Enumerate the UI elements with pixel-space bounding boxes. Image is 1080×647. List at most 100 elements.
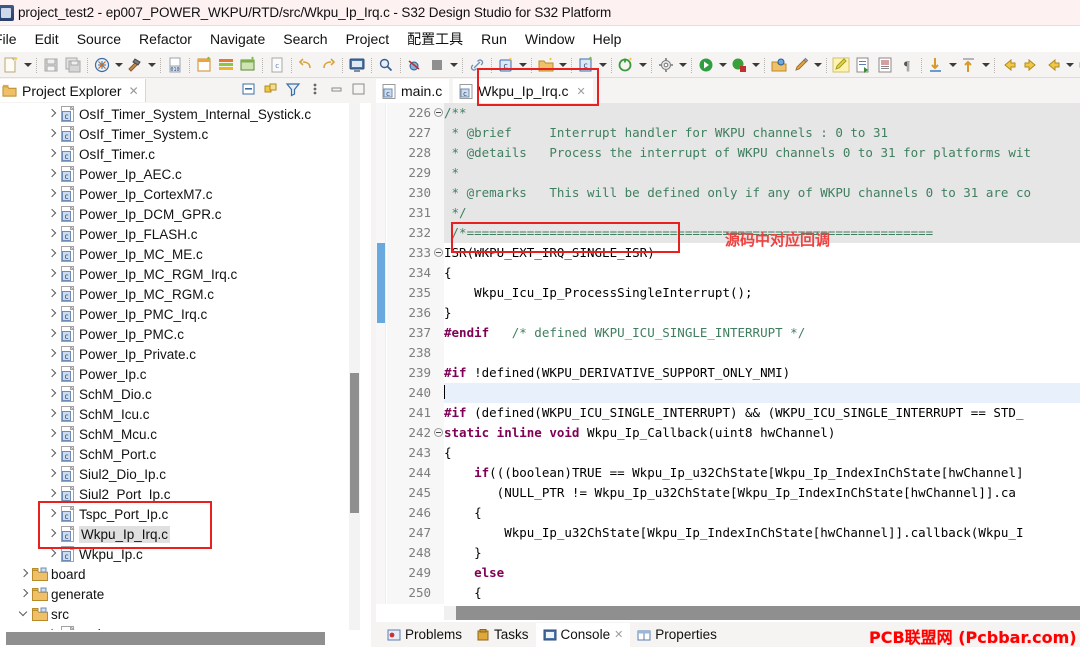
tree-item[interactable]: c SchM_Port.c	[0, 444, 360, 464]
code-line[interactable]: * @brief Interrupt handler for WKPU chan…	[444, 123, 1080, 143]
pencil-icon[interactable]	[791, 55, 811, 75]
bottom-tab-console[interactable]: Console ✕	[535, 622, 631, 647]
open-perspective-icon[interactable]	[769, 55, 789, 75]
new-file-dropdown-arrow[interactable]	[597, 55, 608, 75]
menu-window[interactable]: Window	[516, 29, 584, 49]
previous-annotation-icon[interactable]	[959, 55, 979, 75]
code-line[interactable]: static inline void Wkpu_Ip_Callback(uint…	[444, 423, 1080, 443]
code-text[interactable]: /** * @brief Interrupt handler for WKPU …	[444, 103, 1080, 622]
chevron-right-icon[interactable]	[44, 206, 60, 222]
tree-item[interactable]: c Siul2_Dio_Ip.c	[0, 464, 360, 484]
chevron-right-icon[interactable]	[44, 506, 60, 522]
annotation-ruler[interactable]	[376, 103, 386, 622]
tree-item[interactable]: c Power_Ip_PMC_Irq.c	[0, 304, 360, 324]
chevron-right-icon[interactable]	[44, 466, 60, 482]
new-folder-dropdown-arrow[interactable]	[557, 55, 568, 75]
code-line[interactable]: /**	[444, 103, 1080, 123]
code-line[interactable]: (NULL_PTR != Wkpu_Ip_u32ChState[Wkpu_Ip_…	[444, 483, 1080, 503]
skip-breakpoints-icon[interactable]	[405, 55, 425, 75]
tree-item[interactable]: c Power_Ip_MC_RGM_Irq.c	[0, 264, 360, 284]
code-line[interactable]	[444, 383, 1080, 403]
tree-item[interactable]: c Siul2_Port_Ip.c	[0, 484, 360, 504]
menu-run[interactable]: Run	[472, 29, 516, 49]
open-element-icon[interactable]	[216, 55, 236, 75]
tree-item[interactable]: c OsIf_Timer_System.c	[0, 124, 360, 144]
save-all-icon[interactable]	[63, 55, 83, 75]
code-line[interactable]: if(((boolean)TRUE == Wkpu_Ip_u32ChState[…	[444, 463, 1080, 483]
profile-icon[interactable]	[729, 55, 749, 75]
new-wizard-icon[interactable]	[1, 55, 21, 75]
build-dropdown-arrow[interactable]	[146, 55, 157, 75]
chevron-right-icon[interactable]	[44, 246, 60, 262]
code-line[interactable]: * @details Process the interrupt of WKPU…	[444, 143, 1080, 163]
menu-refactor[interactable]: Refactor	[130, 29, 201, 49]
chevron-down-icon[interactable]	[16, 606, 32, 622]
chevron-right-icon[interactable]	[44, 186, 60, 202]
code-line[interactable]: }	[444, 543, 1080, 563]
tree-horizontal-scrollbar[interactable]	[0, 630, 371, 647]
fold-toggle-icon[interactable]	[434, 248, 443, 257]
code-line[interactable]: {	[444, 583, 1080, 603]
tree-item[interactable]: c Power_Ip_MC_ME.c	[0, 244, 360, 264]
menu-file[interactable]: File	[0, 29, 26, 49]
code-line[interactable]: #if (defined(WKPU_ICU_SINGLE_INTERRUPT) …	[444, 403, 1080, 423]
menu-help[interactable]: Help	[584, 29, 631, 49]
tree-item[interactable]: c SchM_Icu.c	[0, 404, 360, 424]
stop-icon[interactable]	[427, 55, 447, 75]
chevron-right-icon[interactable]	[44, 306, 60, 322]
export-icon[interactable]	[853, 55, 873, 75]
bottom-tab-properties[interactable]: Properties	[630, 623, 724, 647]
chevron-right-icon[interactable]	[44, 386, 60, 402]
tree-item[interactable]: c Tspc_Port_Ip.c	[0, 504, 360, 524]
editor-tab-wkpu-ip-irq-c[interactable]: c Wkpu_Ip_Irq.c ✕	[453, 79, 593, 103]
save-icon[interactable]	[41, 55, 61, 75]
build-all-dropdown-arrow[interactable]	[113, 55, 124, 75]
link-icon[interactable]	[467, 55, 487, 75]
binary-icon[interactable]: 010	[165, 55, 185, 75]
profile-dropdown-arrow[interactable]	[750, 55, 761, 75]
close-icon[interactable]: ✕	[614, 628, 623, 641]
chevron-right-icon[interactable]	[44, 486, 60, 502]
redo-icon[interactable]	[318, 55, 338, 75]
tree-item[interactable]: c SchM_Mcu.c	[0, 424, 360, 444]
code-line[interactable]: */	[444, 203, 1080, 223]
menu-navigate[interactable]: Navigate	[201, 29, 274, 49]
scrollbar-thumb[interactable]	[6, 632, 325, 645]
next-annotation-icon[interactable]	[926, 55, 946, 75]
tree-item[interactable]: c Power_Ip_PMC.c	[0, 324, 360, 344]
code-line[interactable]: {	[444, 263, 1080, 283]
menu-config-tools[interactable]: 配置工具	[398, 27, 472, 51]
tree-item[interactable]: c Wkpu_Ip_Irq.c	[0, 524, 360, 544]
menu-project[interactable]: Project	[337, 29, 399, 49]
view-tab-project-explorer[interactable]: Project Explorer ✕	[0, 79, 146, 102]
chevron-right-icon[interactable]	[16, 586, 32, 602]
build-all-icon[interactable]	[92, 55, 112, 75]
paragraph-icon[interactable]: ¶	[897, 55, 917, 75]
chevron-right-icon[interactable]	[44, 126, 60, 142]
code-line[interactable]: *	[444, 163, 1080, 183]
tree-item[interactable]: c OsIf_Timer_System_Internal_Systick.c	[0, 104, 360, 124]
collapse-all-icon[interactable]	[241, 81, 257, 97]
new-c-project-icon[interactable]	[194, 55, 214, 75]
tree-item[interactable]: c SchM_Dio.c	[0, 384, 360, 404]
tree-item[interactable]: src	[0, 604, 360, 624]
next-edit-icon[interactable]	[1076, 55, 1080, 75]
menu-edit[interactable]: Edit	[26, 29, 68, 49]
code-line[interactable]: Wkpu_Icu_Ip_ProcessSingleInterrupt();	[444, 283, 1080, 303]
link-with-editor-icon[interactable]	[263, 81, 279, 97]
tree-item[interactable]: c Wkpu_Ip.c	[0, 544, 360, 564]
terminal-icon[interactable]	[347, 55, 367, 75]
new-class-dropdown-arrow[interactable]	[517, 55, 528, 75]
scrollbar-thumb[interactable]	[350, 373, 359, 513]
editor-horizontal-scrollbar[interactable]	[376, 604, 1080, 622]
code-line[interactable]: #endif /* defined WKPU_ICU_SINGLE_INTERR…	[444, 323, 1080, 343]
code-line[interactable]	[444, 343, 1080, 363]
chevron-right-icon[interactable]	[44, 266, 60, 282]
chevron-right-icon[interactable]	[44, 366, 60, 382]
external-tools-dropdown-arrow[interactable]	[677, 55, 688, 75]
chevron-right-icon[interactable]	[44, 166, 60, 182]
chevron-right-icon[interactable]	[44, 326, 60, 342]
view-menu-icon[interactable]	[307, 81, 323, 97]
scrollbar-thumb[interactable]	[456, 606, 1080, 620]
menu-source[interactable]: Source	[68, 29, 130, 49]
